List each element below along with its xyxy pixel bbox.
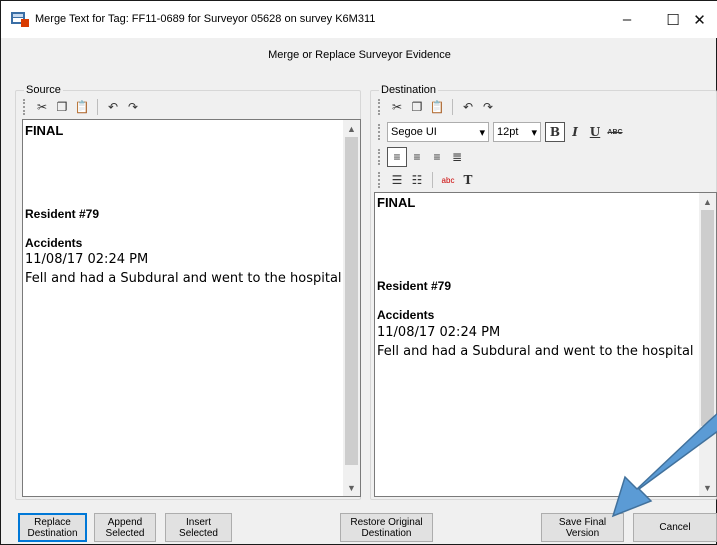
undo-icon[interactable]: ↶ (103, 97, 123, 117)
scroll-up-icon[interactable]: ▲ (699, 193, 716, 210)
window-title: Merge Text for Tag: FF11-0689 for Survey… (35, 13, 376, 25)
paste-icon[interactable]: 📋 (72, 97, 92, 117)
paste-icon[interactable]: 📋 (427, 97, 447, 117)
app-icon (11, 12, 29, 27)
copy-icon[interactable]: ❐ (52, 97, 72, 117)
append-selected-button[interactable]: Append Selected (94, 513, 156, 542)
button-label-line2: Version (565, 527, 600, 539)
align-justify-icon[interactable]: ≣ (447, 147, 467, 167)
align-right-icon[interactable]: ≡ (427, 147, 447, 167)
chevron-down-icon: ▾ (479, 126, 485, 139)
underline-button[interactable]: U (585, 122, 605, 142)
font-size-value: 12pt (497, 126, 519, 138)
toolbar-grip[interactable] (378, 124, 381, 140)
strikethrough-button[interactable]: ABC (605, 122, 625, 142)
scroll-up-icon[interactable]: ▲ (343, 120, 360, 137)
destination-text-area[interactable]: FINAL Resident #79 Accidents 11/08/17 02… (374, 192, 717, 497)
source-scrollbar[interactable]: ▲ ▼ (343, 120, 360, 496)
button-label-line1: Save Final (558, 516, 607, 528)
minimize-icon: – (622, 11, 632, 28)
source-text: Fell and had a Subdural and went to the … (25, 271, 342, 286)
redo-icon[interactable]: ↷ (123, 97, 143, 117)
font-select-value: Segoe UI (391, 126, 437, 138)
button-label-line1: Append (107, 516, 143, 528)
destination-timestamp: 11/08/17 02:24 PM (377, 325, 501, 340)
source-label: Source (24, 83, 63, 97)
toolbar-separator (452, 99, 453, 115)
destination-text: Fell and had a Subdural and went to the … (377, 344, 694, 359)
close-icon: ✕ (693, 11, 706, 29)
cut-icon[interactable]: ✂ (32, 97, 52, 117)
scroll-thumb[interactable] (345, 137, 358, 465)
replace-destination-button[interactable]: Replace Destination (18, 513, 87, 542)
insert-selected-button[interactable]: Insert Selected (165, 513, 232, 542)
button-label-line2: Selected (179, 527, 218, 539)
toolbar-grip[interactable] (23, 99, 26, 115)
align-center-icon[interactable]: ≡ (407, 147, 427, 167)
destination-format-toolbar: Segoe UI ▾ 12pt ▾ B I U ABC (378, 121, 625, 143)
destination-heading: FINAL (377, 195, 416, 210)
destination-resident: Resident #79 (377, 279, 452, 293)
source-toolbar: ✂ ❐ 📋 ↶ ↷ (23, 96, 143, 118)
bold-button[interactable]: B (545, 122, 565, 142)
redo-icon[interactable]: ↷ (478, 97, 498, 117)
toolbar-grip[interactable] (378, 149, 381, 165)
source-text-area[interactable]: FINAL Resident #79 Accidents 11/08/17 02… (22, 119, 361, 497)
toolbar-separator (97, 99, 98, 115)
destination-category: Accidents (377, 308, 435, 322)
scroll-down-icon[interactable]: ▼ (343, 479, 360, 496)
font-select[interactable]: Segoe UI ▾ (387, 122, 489, 142)
button-label-line2: Destination (27, 527, 78, 539)
button-label-line2: Selected (105, 527, 145, 539)
source-category: Accidents (25, 236, 83, 250)
destination-scrollbar[interactable]: ▲ ▼ (699, 193, 716, 496)
save-final-version-button[interactable]: Save Final Version (541, 513, 624, 542)
destination-edit-toolbar: ✂ ❐ 📋 ↶ ↷ (378, 96, 498, 118)
minimize-button[interactable]: – (604, 1, 650, 38)
toolbar-grip[interactable] (378, 172, 381, 188)
bullet-list-icon[interactable]: ☰ (387, 170, 407, 190)
numbered-list-icon[interactable]: ☷ (407, 170, 427, 190)
font-size-select[interactable]: 12pt ▾ (493, 122, 541, 142)
title-bar[interactable]: Merge Text for Tag: FF11-0689 for Survey… (1, 1, 717, 38)
copy-icon[interactable]: ❐ (407, 97, 427, 117)
toolbar-grip[interactable] (378, 99, 381, 115)
maximize-icon: ☐ (666, 11, 680, 29)
button-label-line1: Insert (185, 516, 211, 528)
merge-text-window: Merge Text for Tag: FF11-0689 for Survey… (0, 0, 717, 545)
close-button[interactable]: ✕ (681, 1, 717, 38)
text-format-icon[interactable]: T (458, 170, 478, 190)
cancel-button[interactable]: Cancel (633, 513, 717, 542)
italic-button[interactable]: I (565, 122, 585, 142)
undo-icon[interactable]: ↶ (458, 97, 478, 117)
scroll-down-icon[interactable]: ▼ (699, 479, 716, 496)
chevron-down-icon: ▾ (531, 126, 537, 139)
restore-original-destination-button[interactable]: Restore Original Destination (340, 513, 433, 542)
scroll-thumb[interactable] (701, 210, 714, 426)
toolbar-separator (432, 172, 433, 188)
source-resident: Resident #79 (25, 207, 100, 221)
spellcheck-icon[interactable]: abc (438, 170, 458, 190)
source-timestamp: 11/08/17 02:24 PM (25, 252, 149, 267)
cut-icon[interactable]: ✂ (387, 97, 407, 117)
button-label-line2: Destination (361, 527, 412, 539)
button-label-line1: Restore Original (350, 516, 423, 528)
destination-label: Destination (379, 83, 439, 97)
dialog-subtitle: Merge or Replace Surveyor Evidence (268, 49, 451, 61)
button-label: Cancel (659, 522, 691, 533)
align-left-icon[interactable]: ≡ (387, 147, 407, 167)
destination-align-toolbar: ≡ ≡ ≡ ≣ (378, 146, 467, 168)
source-heading: FINAL (25, 123, 64, 138)
destination-list-toolbar: ☰ ☷ abc T (378, 169, 478, 191)
button-label-line1: Replace (34, 516, 71, 528)
